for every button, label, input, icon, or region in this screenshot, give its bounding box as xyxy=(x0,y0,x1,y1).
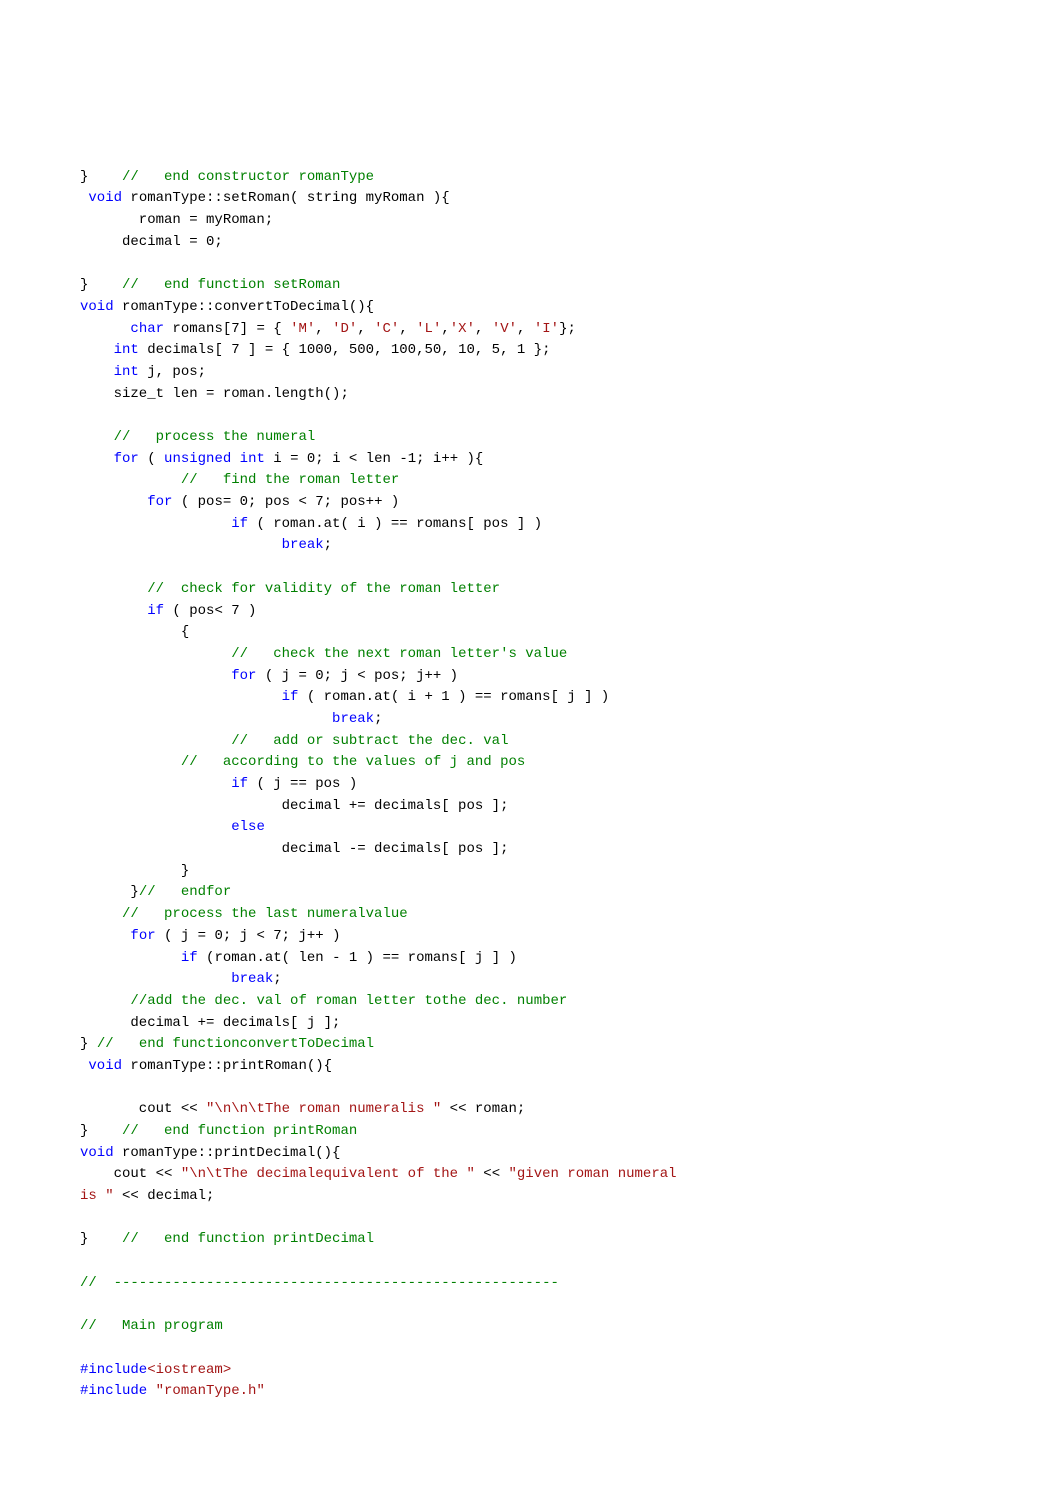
code-line: size_t len = roman.length(); xyxy=(80,384,982,406)
code-line: for ( pos= 0; pos < 7; pos++ ) xyxy=(80,492,982,514)
code-line xyxy=(80,405,982,427)
code-line: int decimals[ 7 ] = { 1000, 500, 100,50,… xyxy=(80,340,982,362)
code-line: void romanType::convertToDecimal(){ xyxy=(80,297,982,319)
code-line xyxy=(80,1208,982,1230)
code-line xyxy=(80,1078,982,1100)
code-line: for ( j = 0; j < 7; j++ ) xyxy=(80,926,982,948)
code-line: decimal = 0; xyxy=(80,232,982,254)
code-line: // process the last numeralvalue xyxy=(80,904,982,926)
code-line xyxy=(80,1338,982,1360)
code-line: break; xyxy=(80,535,982,557)
code-line: else xyxy=(80,817,982,839)
code-line: //add the dec. val of roman letter tothe… xyxy=(80,991,982,1013)
code-line: } xyxy=(80,861,982,883)
code-line: // add or subtract the dec. val xyxy=(80,731,982,753)
code-line: // -------------------------------------… xyxy=(80,1273,982,1295)
code-line xyxy=(80,254,982,276)
code-line: decimal += decimals[ pos ]; xyxy=(80,796,982,818)
code-line: void romanType::printDecimal(){ xyxy=(80,1143,982,1165)
code-line: } // end function printDecimal xyxy=(80,1229,982,1251)
code-line: break; xyxy=(80,969,982,991)
code-line: } // end functionconvertToDecimal xyxy=(80,1034,982,1056)
code-line: for ( j = 0; j < pos; j++ ) xyxy=(80,666,982,688)
code-line: cout << "\n\tThe decimalequivalent of th… xyxy=(80,1164,982,1186)
code-line: int j, pos; xyxy=(80,362,982,384)
code-line: // check the next roman letter's value xyxy=(80,644,982,666)
code-line: } // end function printRoman xyxy=(80,1121,982,1143)
code-line xyxy=(80,1251,982,1273)
code-line: cout << "\n\n\tThe roman numeralis " << … xyxy=(80,1099,982,1121)
code-line: #include<iostream> xyxy=(80,1360,982,1382)
code-line: // process the numeral xyxy=(80,427,982,449)
code-line: void romanType::setRoman( string myRoman… xyxy=(80,188,982,210)
code-line: // check for validity of the roman lette… xyxy=(80,579,982,601)
code-line: roman = myRoman; xyxy=(80,210,982,232)
code-line: is " << decimal; xyxy=(80,1186,982,1208)
code-line: // Main program xyxy=(80,1316,982,1338)
code-line: } // end constructor romanType xyxy=(80,167,982,189)
code-line: break; xyxy=(80,709,982,731)
code-line xyxy=(80,1295,982,1317)
code-line: }// endfor xyxy=(80,882,982,904)
code-line: if ( j == pos ) xyxy=(80,774,982,796)
code-line: if ( roman.at( i ) == romans[ pos ] ) xyxy=(80,514,982,536)
code-listing: } // end constructor romanType void roma… xyxy=(80,167,982,1403)
code-line: for ( unsigned int i = 0; i < len -1; i+… xyxy=(80,449,982,471)
code-line: { xyxy=(80,622,982,644)
code-line: if ( roman.at( i + 1 ) == romans[ j ] ) xyxy=(80,687,982,709)
code-line: // according to the values of j and pos xyxy=(80,752,982,774)
code-line: decimal -= decimals[ pos ]; xyxy=(80,839,982,861)
code-line: if ( pos< 7 ) xyxy=(80,601,982,623)
code-line: #include "romanType.h" xyxy=(80,1381,982,1403)
code-line: } // end function setRoman xyxy=(80,275,982,297)
code-line: decimal += decimals[ j ]; xyxy=(80,1013,982,1035)
code-line: char romans[7] = { 'M', 'D', 'C', 'L','X… xyxy=(80,319,982,341)
code-line xyxy=(80,557,982,579)
code-line: if (roman.at( len - 1 ) == romans[ j ] ) xyxy=(80,948,982,970)
code-line: void romanType::printRoman(){ xyxy=(80,1056,982,1078)
code-line: // find the roman letter xyxy=(80,470,982,492)
